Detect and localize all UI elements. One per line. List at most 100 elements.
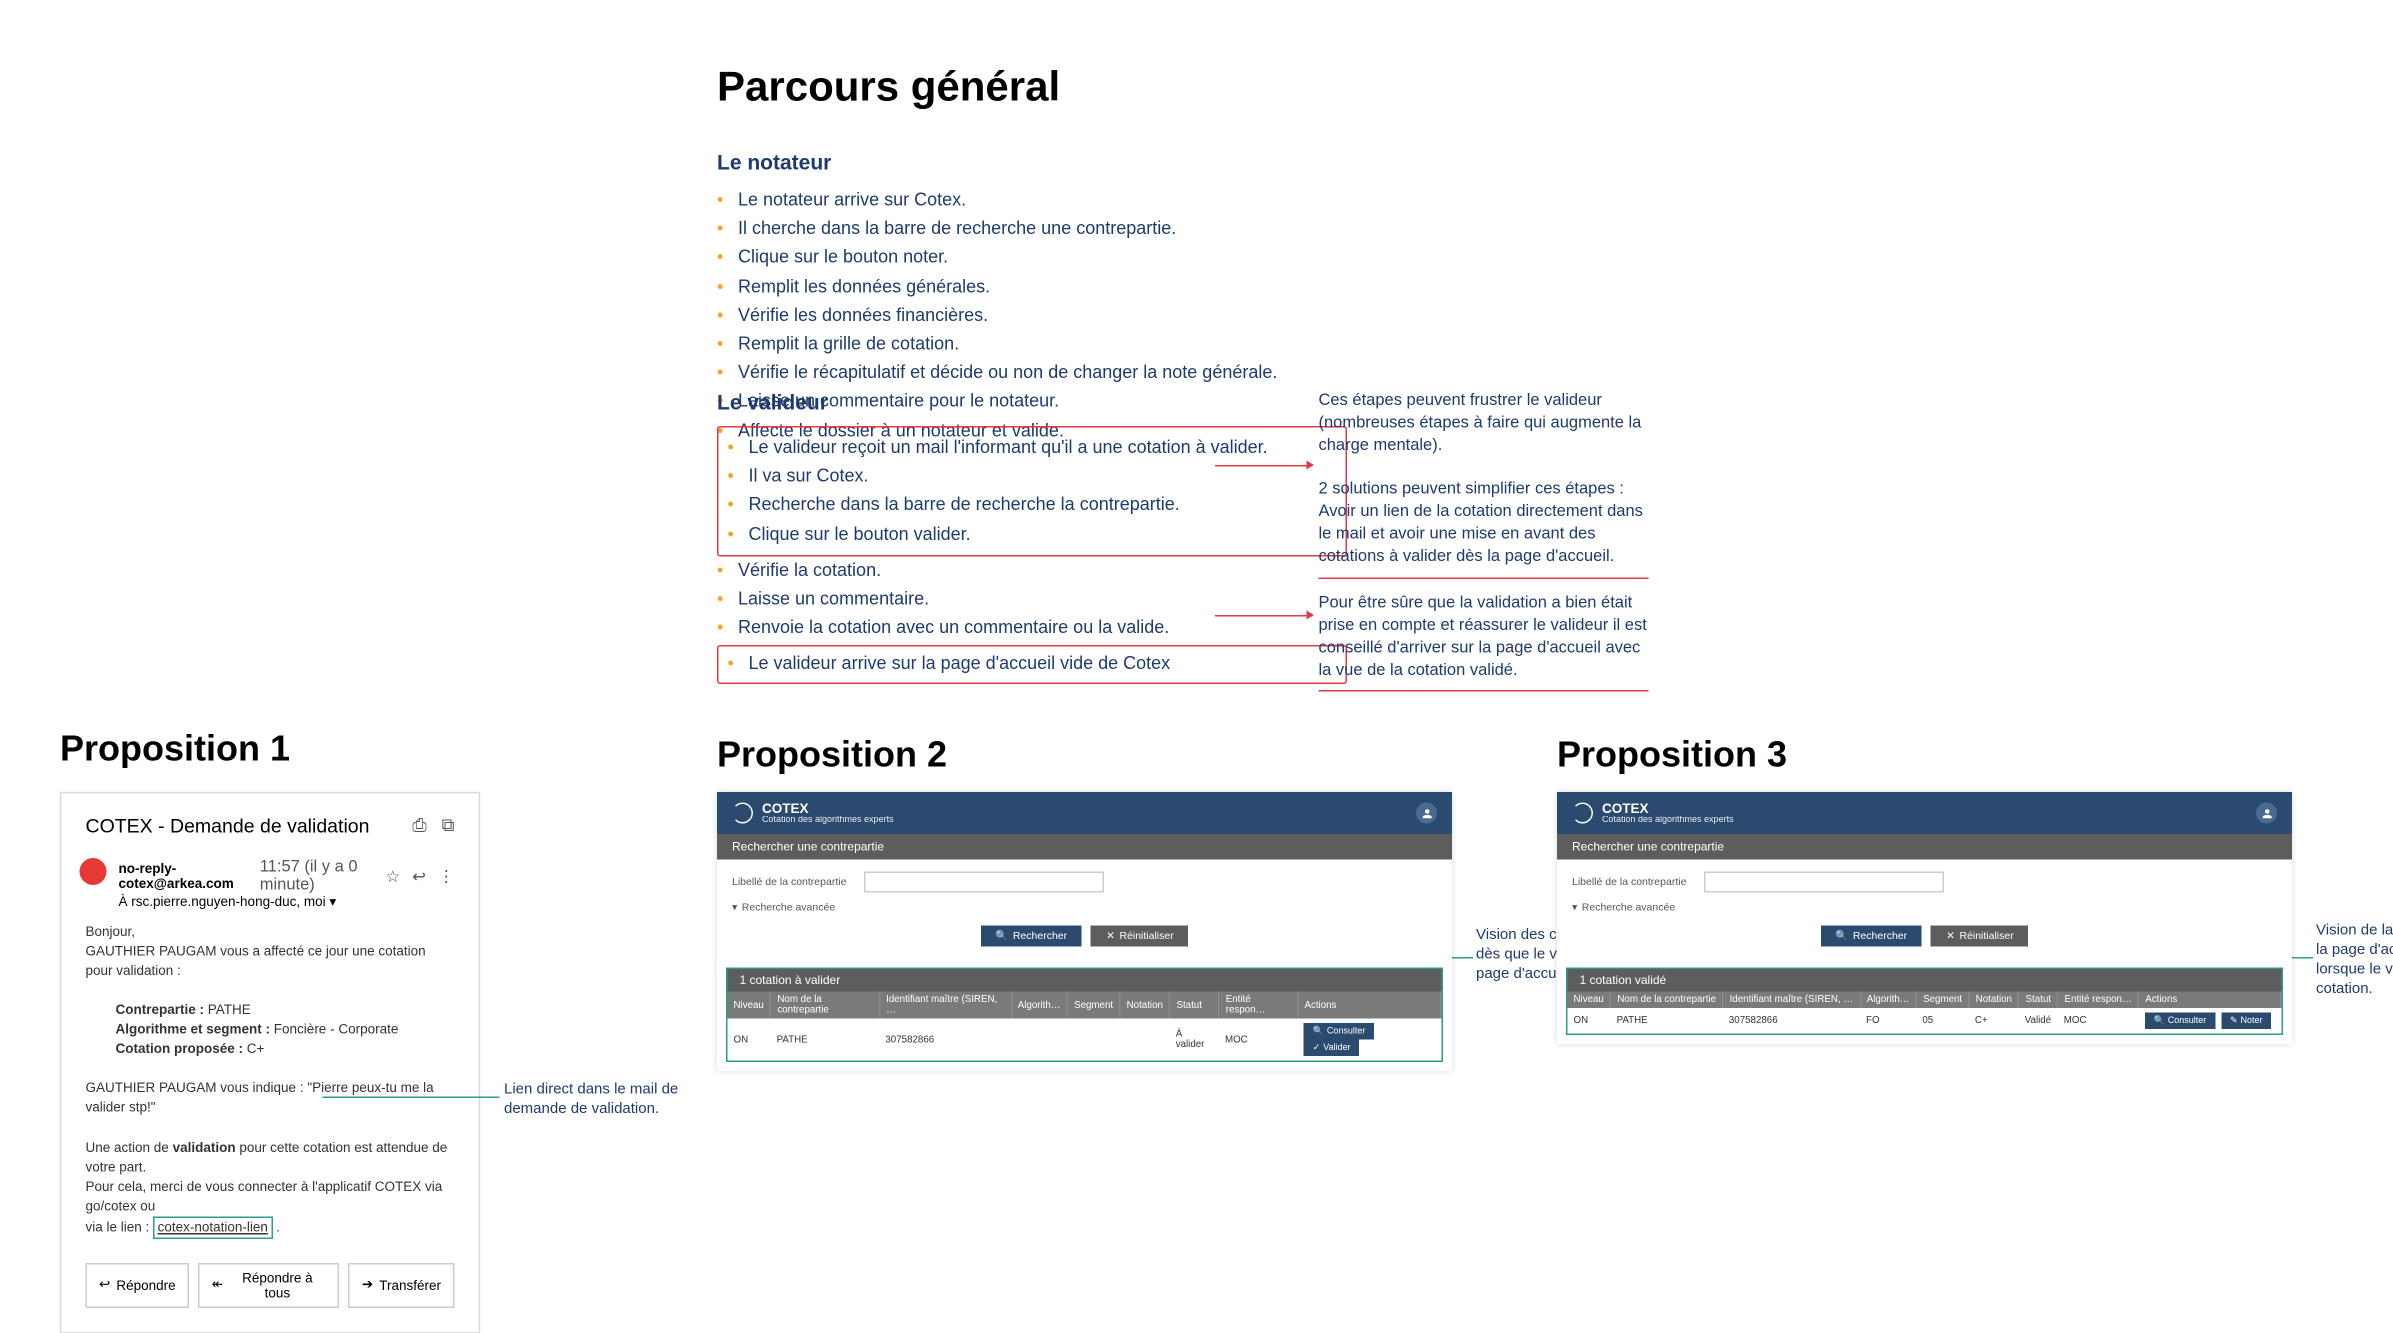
col-header[interactable]: Segment [1916, 992, 1969, 1009]
email-recipients[interactable]: À rsc.pierre.nguyen-hong-duc, moi ▾ [119, 894, 455, 911]
consulter-button[interactable]: 🔍Consulter [2145, 1013, 2216, 1030]
consulter-button[interactable]: 🔍Consulter [1304, 1023, 1375, 1040]
col-header[interactable]: Statut [1170, 992, 1219, 1019]
page-title: Parcours général [717, 63, 1060, 111]
cotation-link-highlight[interactable]: cotex-notation-lien [153, 1216, 272, 1239]
result-block-highlight: 1 cotation à valider Niveau Nom de la co… [726, 968, 1443, 1063]
search-button[interactable]: 🔍Rechercher [1820, 926, 1922, 947]
user-avatar-icon[interactable] [1416, 803, 1437, 824]
col-header[interactable]: Segment [1067, 992, 1120, 1019]
print-icon[interactable]: ⎙ [412, 815, 426, 838]
list-item: Vérifie les données financières. [717, 301, 1347, 330]
valideur-section: Le valideur Le valideur reçoit un mail l… [717, 390, 1347, 683]
list-item: Le valideur reçoit un mail l'informant q… [728, 434, 1337, 463]
valideur-heading: Le valideur [717, 390, 1347, 414]
list-item: Recherche dans la barre de recherche la … [728, 491, 1337, 520]
connector-line [2292, 957, 2313, 959]
table-row: ON PATHE 307582866 FO 05 C+ Validé MOC 🔍… [1568, 1008, 2281, 1034]
email-time: 11:57 (il y a 0 minute) [260, 858, 374, 894]
col-header[interactable]: Algorith… [1860, 992, 1916, 1009]
results-table: Niveau Nom de la contrepartie Identifian… [728, 992, 1442, 1061]
list-item: Le valideur arrive sur la page d'accueil… [728, 650, 1337, 679]
connector-arrow [1215, 615, 1313, 617]
list-item: Vérifie la cotation. [717, 556, 1347, 585]
col-header[interactable]: Identifiant maître (SIREN, … [879, 992, 1011, 1019]
col-header[interactable]: Nom de la contrepartie [1611, 992, 1723, 1009]
close-icon: ✕ [1946, 930, 1955, 942]
col-header[interactable]: Entité respon… [2058, 992, 2139, 1009]
search-input[interactable] [1704, 872, 1944, 893]
list-item: Il cherche dans la barre de recherche un… [717, 215, 1347, 244]
advanced-search-toggle[interactable]: ▾Recherche avancée [732, 902, 1437, 914]
user-avatar-icon[interactable] [2256, 803, 2277, 824]
annotation-prop1: Lien direct dans le mail de demande de v… [504, 1080, 699, 1119]
chevron-down-icon: ▾ [1572, 902, 1577, 914]
forward-arrow-icon: ➔ [362, 1277, 373, 1294]
search-heading-bar: Rechercher une contrepartie [717, 834, 1452, 860]
email-subject: COTEX - Demande de validation [86, 815, 370, 838]
list-item: Le notateur arrive sur Cotex. [717, 186, 1347, 215]
avatar [80, 858, 107, 885]
col-header[interactable]: Notation [1969, 992, 2019, 1009]
email-sender: no-reply-cotex@arkea.com [119, 861, 260, 891]
search-heading-bar: Rechercher une contrepartie [1557, 834, 2292, 860]
search-icon: 🔍 [2154, 1016, 2165, 1027]
col-header[interactable]: Statut [2019, 992, 2058, 1009]
email-mockup: COTEX - Demande de validation ⎙ ⧉ no-rep… [60, 792, 480, 1333]
result-block-highlight: 1 cotation validé Niveau Nom de la contr… [1566, 968, 2283, 1036]
notateur-heading: Le notateur [717, 150, 1347, 174]
annotation-prop3: Vision de la cotation validé sur la page… [2316, 921, 2393, 999]
cotex-app-mockup-3: COTEX Cotation des algorithmes experts R… [1557, 792, 2292, 1044]
proposition-3-title: Proposition 3 [1557, 735, 1787, 777]
cotex-logo-icon [1572, 803, 1593, 824]
col-header[interactable]: Actions [2139, 992, 2281, 1009]
app-title: COTEX [762, 801, 894, 816]
col-header[interactable]: Nom de la contrepartie [771, 992, 880, 1019]
table-row: ON PATHE 307582866 À valider MOC 🔍Consul… [728, 1019, 1441, 1061]
search-label: Libellé de la contrepartie [1572, 877, 1692, 888]
search-input[interactable] [864, 872, 1104, 893]
list-item: Renvoie la cotation avec un commentaire … [717, 614, 1347, 643]
col-header[interactable]: Niveau [728, 992, 771, 1019]
open-external-icon[interactable]: ⧉ [442, 815, 455, 838]
valider-button[interactable]: ✓Valider [1304, 1040, 1360, 1057]
search-button[interactable]: 🔍Rechercher [980, 926, 1082, 947]
star-icon[interactable]: ☆ [385, 866, 400, 886]
search-icon: 🔍 [1835, 930, 1848, 942]
edit-icon: ✎ [2230, 1016, 2238, 1027]
reset-button[interactable]: ✕Réinitialiser [1091, 926, 1189, 947]
chevron-down-icon: ▾ [732, 902, 737, 914]
check-icon: ✓ [1313, 1043, 1321, 1054]
reply-arrow-icon: ↩ [99, 1277, 110, 1294]
col-header[interactable]: Entité respon… [1219, 992, 1298, 1019]
results-table: Niveau Nom de la contrepartie Identifian… [1568, 992, 2282, 1034]
connector-arrow [1215, 465, 1313, 467]
app-header: COTEX Cotation des algorithmes experts [717, 792, 1452, 834]
reply-icon[interactable]: ↩ [412, 866, 426, 886]
reset-button[interactable]: ✕Réinitialiser [1931, 926, 2029, 947]
search-icon: 🔍 [1313, 1026, 1324, 1037]
forward-button[interactable]: ➔Transférer [348, 1263, 454, 1308]
cotex-logo-icon [732, 803, 753, 824]
search-label: Libellé de la contrepartie [732, 877, 852, 888]
noter-button[interactable]: ✎Noter [2221, 1013, 2272, 1030]
list-item: Laisse un commentaire. [717, 585, 1347, 614]
more-icon[interactable]: ⋮ [438, 866, 455, 886]
col-header[interactable]: Actions [1298, 992, 1441, 1019]
advanced-search-toggle[interactable]: ▾Recherche avancée [1572, 902, 2277, 914]
search-icon: 🔍 [995, 930, 1008, 942]
col-header[interactable]: Identifiant maître (SIREN, … [1723, 992, 1860, 1009]
list-item: Il va sur Cotex. [728, 462, 1337, 491]
list-item: Remplit la grille de cotation. [717, 330, 1347, 359]
result-title: 1 cotation validé [1568, 969, 2282, 992]
email-subject-row: COTEX - Demande de validation ⎙ ⧉ [86, 815, 455, 838]
col-header[interactable]: Niveau [1568, 992, 1611, 1009]
col-header[interactable]: Notation [1120, 992, 1170, 1019]
reply-all-button[interactable]: ↞Répondre à tous [198, 1263, 339, 1308]
list-item: Clique sur le bouton valider. [728, 520, 1337, 549]
list-item: Vérifie le récapitulatif et décide ou no… [717, 359, 1347, 388]
proposition-2-title: Proposition 2 [717, 735, 947, 777]
col-header[interactable]: Algorith… [1011, 992, 1067, 1019]
annotation-valideur-1: Ces étapes peuvent frustrer le valideur … [1319, 390, 1649, 579]
reply-button[interactable]: ↩Répondre [86, 1263, 190, 1308]
